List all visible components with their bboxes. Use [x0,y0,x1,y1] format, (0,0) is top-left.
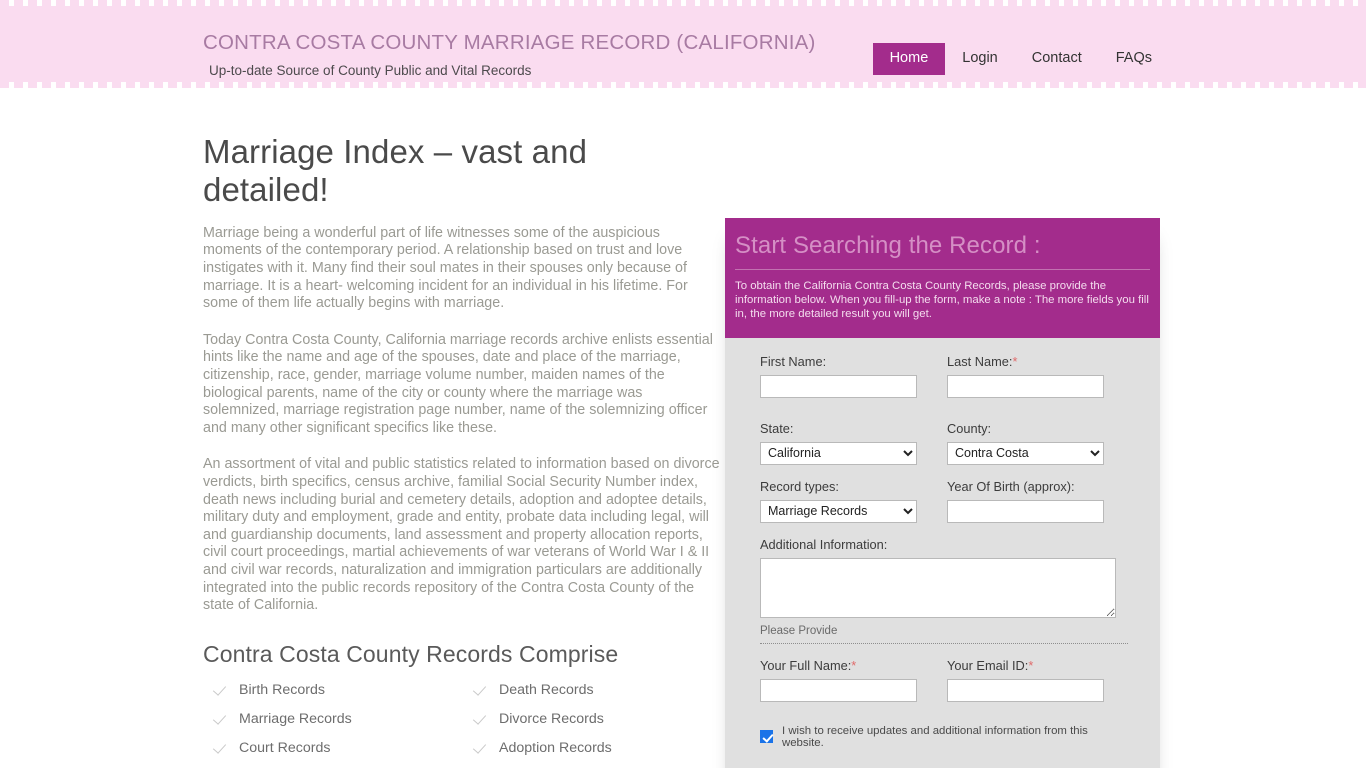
last-name-label: Last Name:* [947,353,1018,369]
nav-item-faqs[interactable]: FAQs [1099,43,1169,75]
form-panel-header: Start Searching the Record : To obtain t… [725,218,1160,338]
additional-information-field-group: Additional Information: [760,537,1130,618]
form-heading: Start Searching the Record : [735,232,1150,270]
state-select[interactable]: California [760,441,917,465]
please-provide-note: Please Provide [760,625,1128,644]
list-item: Divorce Records [463,711,723,727]
article-column: Marriage Index – vast and detailed! Marr… [203,133,721,768]
county-select[interactable]: Contra Costa [947,441,1104,465]
required-marker: * [1012,353,1018,369]
full-name-field-group: Your Full Name:* [760,658,917,702]
record-types-select[interactable]: Marriage Records [760,499,917,523]
list-item-label: Marriage Records [239,710,352,727]
full-name-input[interactable] [760,678,917,702]
list-item: Birth Records [203,682,463,698]
nav-item-contact[interactable]: Contact [1015,43,1099,75]
first-name-field-group: First Name: [760,354,917,398]
subscribe-row: I wish to receive updates and additional… [760,725,1130,749]
last-name-input[interactable] [947,374,1104,398]
records-list: Birth Records Death Records Marriage Rec… [203,682,721,768]
records-section-title: Contra Costa County Records Comprise [203,640,619,667]
page-body: Marriage Index – vast and detailed! Marr… [0,88,1366,768]
list-item-label: Divorce Records [499,710,604,727]
list-item: Court Records [203,740,463,756]
check-icon [213,741,230,755]
additional-information-label: Additional Information: [760,536,888,552]
record-field-row: Record types: Marriage Records Year Of B… [760,479,1130,523]
record-types-field-group: Record types: Marriage Records [760,479,917,523]
paragraph-intro: Marriage being a wonderful part of life … [203,224,688,312]
check-icon [473,741,490,755]
paragraph-archive: Today Contra Costa County, California ma… [203,331,713,436]
first-name-input[interactable] [760,374,917,398]
check-icon [473,712,490,726]
form-panel-body: First Name: Last Name:* State: Californi… [725,338,1160,768]
check-icon [213,683,230,697]
brand: CONTRA COSTA COUNTY MARRIAGE RECORD (CAL… [203,31,816,78]
site-header: CONTRA COSTA COUNTY MARRIAGE RECORD (CAL… [0,0,1366,88]
paragraph-assortment: An assortment of vital and public statis… [203,456,720,614]
subscribe-label: I wish to receive updates and additional… [782,724,1088,749]
page-title: Marriage Index – vast and detailed! [203,133,588,208]
search-form-panel: Start Searching the Record : To obtain t… [725,218,1160,768]
list-item-label: Adoption Records [499,739,612,756]
subscribe-checkbox[interactable] [760,730,773,744]
state-field-group: State: California [760,421,917,465]
email-label: Your Email ID:* [947,657,1034,673]
last-name-field-group: Last Name:* [947,354,1104,398]
additional-information-textarea[interactable] [760,557,1116,618]
location-field-row: State: California County: Contra Costa [760,421,1130,465]
check-icon [473,683,490,697]
county-label: County: [947,420,992,436]
state-label: State: [760,420,794,436]
form-intro-text: To obtain the California Contra Costa Co… [735,280,1149,321]
email-field-group: Your Email ID:* [947,658,1104,702]
list-item: Adoption Records [463,740,723,756]
county-field-group: County: Contra Costa [947,421,1104,465]
year-of-birth-label: Year Of Birth (approx): [947,478,1075,494]
check-icon [213,712,230,726]
year-of-birth-field-group: Year Of Birth (approx): [947,479,1104,523]
record-types-label: Record types: [760,478,839,494]
list-item-label: Death Records [499,681,594,698]
site-tagline: Up-to-date Source of County Public and V… [209,62,532,78]
full-name-label: Your Full Name:* [760,657,857,673]
nav-item-login[interactable]: Login [945,43,1014,75]
nav-item-home[interactable]: Home [872,43,946,75]
first-name-label: First Name: [760,353,827,369]
required-marker: * [851,657,857,673]
email-input[interactable] [947,678,1104,702]
list-item: Marriage Records [203,711,463,727]
required-marker: * [1028,657,1034,673]
site-title: CONTRA COSTA COUNTY MARRIAGE RECORD (CAL… [203,31,816,54]
list-item-label: Court Records [239,739,331,756]
contact-field-row: Your Full Name:* Your Email ID:* [760,658,1130,702]
year-of-birth-input[interactable] [947,499,1104,523]
name-field-row: First Name: Last Name:* [760,354,1130,398]
list-item-label: Birth Records [239,681,325,698]
list-item: Death Records [463,682,723,698]
main-nav: Home Login Contact FAQs [872,43,1169,75]
